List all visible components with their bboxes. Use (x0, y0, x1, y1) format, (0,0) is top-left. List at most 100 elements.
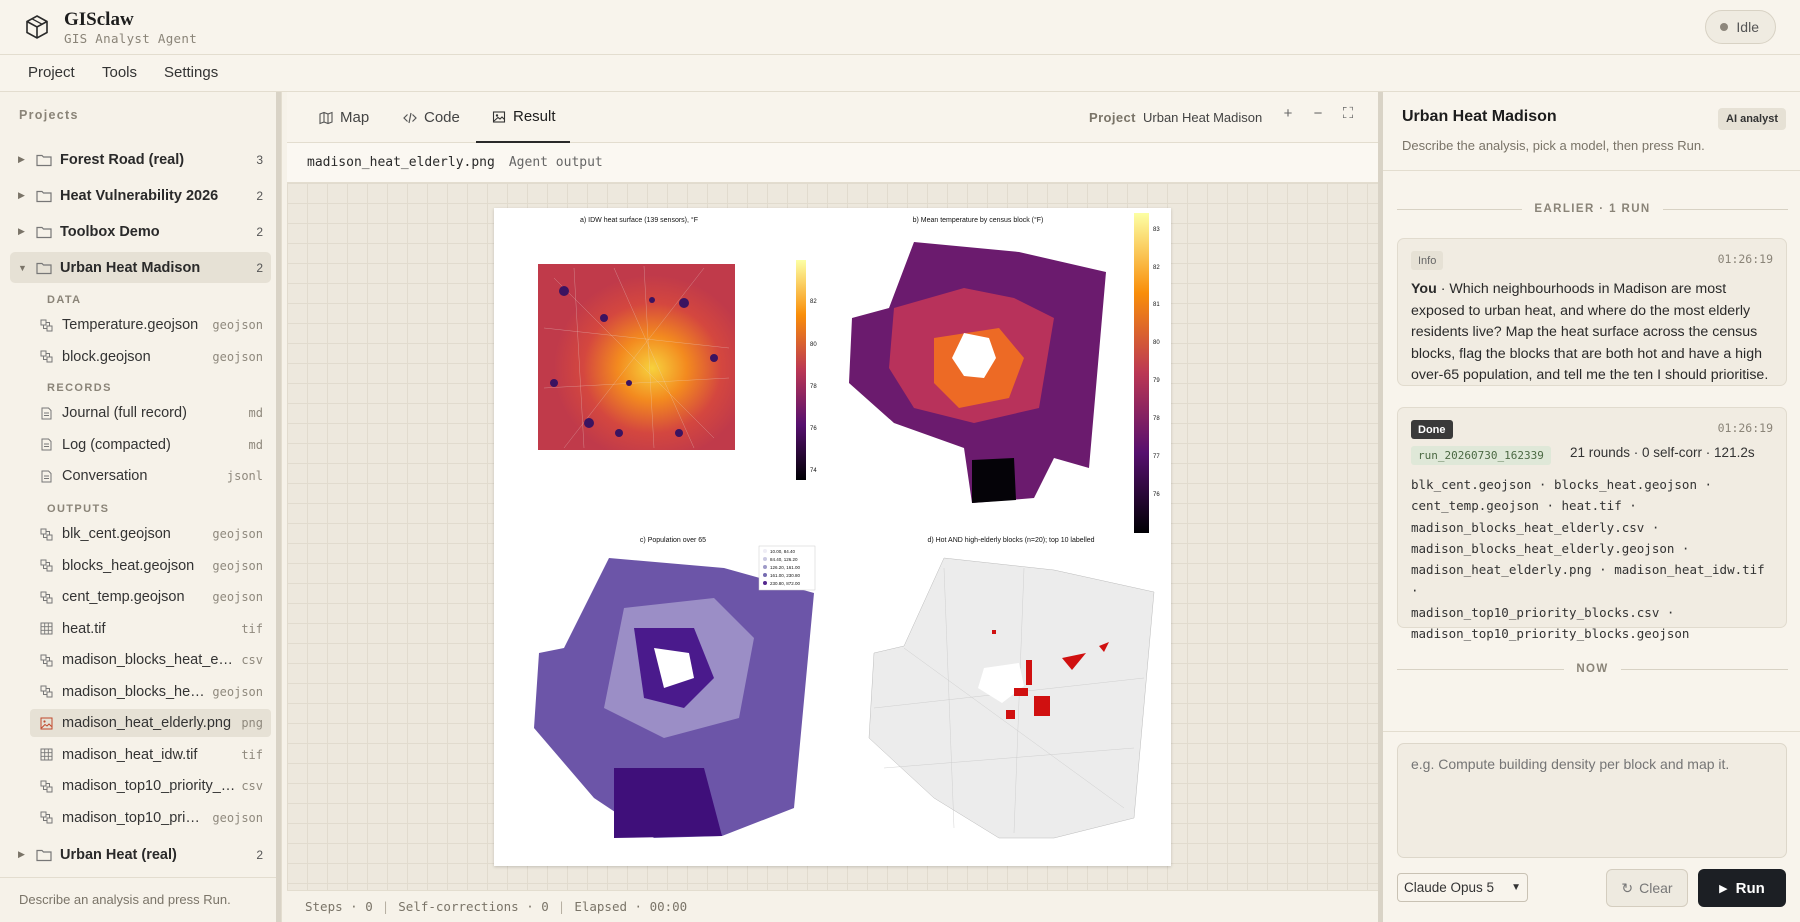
image-icon (40, 717, 53, 729)
file-item[interactable]: cent_temp.geojson geojson (30, 583, 271, 611)
project-count: 3 (256, 152, 263, 167)
file-item[interactable]: madison_blocks_heat_elderly.csv csv (30, 646, 271, 674)
file-name: block.geojson (62, 348, 151, 365)
file-name: Journal (full record) (62, 405, 187, 421)
caret-right-icon[interactable]: ▶ (18, 190, 30, 201)
analysis-prompt-input[interactable] (1397, 743, 1787, 858)
analyst-panel: Urban Heat Madison AI analyst Describe t… (1383, 92, 1800, 922)
tab-result[interactable]: Result (476, 92, 570, 143)
grid-icon (40, 622, 53, 635)
file-item[interactable]: madison_heat_idw.tif tif (30, 741, 271, 769)
file-item[interactable]: Log (compacted) md (30, 431, 271, 459)
file-item[interactable]: madison_blocks_heat_elderly.geojson geojs… (30, 678, 271, 706)
divider (1383, 170, 1800, 171)
status-dot-icon (1720, 23, 1729, 31)
menu-project[interactable]: Project (28, 64, 75, 81)
run-id-chip[interactable]: run_20260730_162339 (1411, 446, 1551, 465)
message-speaker: You (1411, 281, 1437, 297)
file-item[interactable]: madison_heat_elderly.png png (30, 709, 271, 737)
tab-map[interactable]: Map (319, 92, 369, 143)
file-item[interactable]: Temperature.geojson geojson (30, 311, 271, 339)
grid-icon (40, 748, 53, 761)
panel-a-heat-surface: 82 80 78 76 74 (538, 260, 817, 480)
folder-icon (36, 262, 52, 274)
caret-right-icon[interactable]: ▶ (18, 849, 30, 860)
file-name: madison_top10_priority_blocks.geojson (62, 809, 206, 826)
app-title: GISclaw (64, 9, 134, 30)
project-heat-vulnerability[interactable]: ▶ Heat Vulnerability 2026 2 (10, 180, 271, 211)
file-name: blocks_heat.geojson (62, 557, 195, 574)
project-sidebar: Projects ▶ Forest Road (real) 3 ▶ Heat V… (0, 92, 282, 922)
refresh-icon: ↻ (1621, 879, 1634, 896)
file-name: Log (compacted) (62, 436, 171, 453)
caret-right-icon[interactable]: ▶ (18, 154, 30, 165)
earlier-label: EARLIER · 1 RUN (1534, 203, 1651, 215)
model-select[interactable]: Claude Opus 5 ▼ (1397, 873, 1528, 902)
menu-tools[interactable]: Tools (102, 64, 137, 81)
layer-icon (40, 350, 53, 363)
zoom-in-button[interactable]: + (1279, 105, 1297, 122)
caret-right-icon[interactable]: ▶ (18, 226, 30, 237)
file-item[interactable]: Journal (full record) md (30, 399, 271, 427)
result-figure-image[interactable]: a) IDW heat surface (139 sensors), °F b)… (494, 208, 1171, 866)
panel-d-priority-blocks (868, 557, 1155, 839)
colorbar-b-tick: 82 (1153, 265, 1160, 271)
run-file-line: madison_blocks_heat_elderly.csv · (1411, 519, 1660, 535)
folder-icon (36, 849, 52, 861)
clear-button[interactable]: ↻ Clear (1606, 869, 1688, 907)
tab-code[interactable]: Code (403, 92, 460, 143)
file-item[interactable]: blk_cent.geojson geojson (30, 520, 271, 548)
status-text: Idle (1736, 19, 1759, 35)
run-button[interactable]: ▶ Run (1698, 869, 1786, 907)
file-item[interactable]: madison_top10_priority_blocks.csv csv (30, 772, 271, 800)
fullscreen-button[interactable]: ⛶ (1339, 105, 1357, 122)
legend-c-item: 126.20, 161.00 (770, 565, 801, 570)
project-name-display: Urban Heat Madison (1143, 110, 1263, 125)
file-item[interactable]: heat.tif tif (30, 615, 271, 643)
now-label: NOW (1576, 663, 1609, 675)
run-file-line: madison_blocks_heat_elderly.geojson · (1411, 540, 1690, 556)
file-item[interactable]: blocks_heat.geojson geojson (30, 552, 271, 580)
document-icon (41, 407, 52, 419)
project-toolbox-demo[interactable]: ▶ Toolbox Demo 2 (10, 216, 271, 247)
file-type: geojson (212, 318, 263, 332)
file-item[interactable]: block.geojson geojson (30, 343, 271, 371)
project-name: Urban Heat Madison (60, 259, 201, 276)
project-label: Project (1089, 110, 1136, 125)
project-urban-heat-madison[interactable]: ▼ Urban Heat Madison 2 (10, 252, 271, 283)
section-records: RECORDS (47, 382, 112, 394)
tab-label: Result (513, 108, 556, 125)
project-forest-road[interactable]: ▶ Forest Road (real) 3 (10, 144, 271, 175)
sidebar-heading: Projects (19, 108, 79, 122)
zoom-out-button[interactable]: − (1309, 105, 1327, 122)
model-select-value: Claude Opus 5 (1404, 880, 1495, 895)
file-type: tif (241, 747, 263, 762)
project-count: 2 (256, 847, 263, 862)
project-name: Heat Vulnerability 2026 (60, 187, 219, 204)
legend-c-item: 230.80, 872.00 (770, 581, 801, 586)
file-name: madison_heat_idw.tif (62, 746, 198, 763)
separator: | (557, 899, 566, 914)
file-item[interactable]: madison_top10_priority_blocks.geojson geo… (30, 804, 271, 832)
file-type: png (241, 716, 263, 730)
sidebar-footer-hint: Describe an analysis and press Run. (0, 877, 281, 922)
layer-icon (40, 528, 53, 540)
caret-down-icon[interactable]: ▼ (18, 263, 30, 273)
file-type: geojson (212, 590, 263, 604)
sidebar-scrollbar[interactable] (276, 92, 281, 922)
colorbar-a-tick: 74 (810, 468, 817, 474)
file-item[interactable]: Conversation jsonl (30, 462, 271, 490)
message-time: 01:26:19 (1717, 252, 1773, 266)
colorbar-b-tick: 78 (1153, 416, 1160, 422)
done-tag: Done (1411, 420, 1453, 439)
project-urban-heat-real[interactable]: ▶ Urban Heat (real) 2 (10, 839, 271, 870)
run-file-line: blk_cent.geojson · blocks_heat.geojson · (1411, 477, 1713, 492)
status-badge: Idle (1705, 10, 1776, 44)
folder-icon (36, 190, 52, 202)
figure-title-b: b) Mean temperature by census block (°F) (913, 216, 1044, 224)
file-name: Conversation (62, 468, 148, 484)
document-icon (41, 470, 52, 482)
elapsed-time: Elapsed · 00:00 (574, 899, 688, 914)
legend-c-item: 161.00, 230.80 (770, 573, 801, 578)
menu-settings[interactable]: Settings (164, 64, 218, 81)
